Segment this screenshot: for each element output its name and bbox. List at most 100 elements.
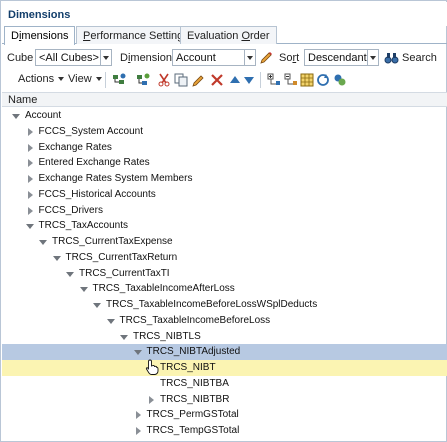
- tree-node-label: FCCS_Historical Accounts: [38, 188, 156, 200]
- collapsed-arrow-icon[interactable]: [26, 127, 34, 136]
- chevron-down-icon: [367, 50, 378, 65]
- name-column-header[interactable]: Name: [2, 92, 447, 107]
- sort-button[interactable]: Sort: [279, 52, 299, 64]
- tree-node-label: FCCS_Drivers: [38, 204, 103, 216]
- add-sibling-icon[interactable]: [112, 73, 126, 87]
- tree-node[interactable]: Entered Exchange Rates: [2, 155, 447, 171]
- tree-node-label: Account: [25, 110, 62, 121]
- close-icon[interactable]: [210, 73, 224, 87]
- tab-evaluation-order[interactable]: Evaluation Order: [180, 26, 277, 44]
- tree-node[interactable]: FCCS_Historical Accounts: [2, 187, 447, 203]
- name-column-label: Name: [8, 94, 38, 106]
- tree-node[interactable]: TRCS_TaxAccounts: [2, 218, 447, 234]
- expanded-arrow-icon[interactable]: [25, 222, 34, 230]
- collapsed-arrow-icon[interactable]: [26, 206, 34, 215]
- tree-node-label: Entered Exchange Rates: [38, 157, 150, 169]
- chevron-down-icon: [95, 77, 102, 82]
- tree-node[interactable]: TRCS_NIBTAdjusted: [2, 344, 447, 361]
- tab-strip: Dimensions Performance Settings Evaluati…: [2, 25, 447, 45]
- tree-node-label: TRCS_CurrentTaxReturn: [65, 251, 178, 263]
- panel-header: Dimensions: [2, 2, 447, 26]
- tree-node[interactable]: TRCS_PermGSTotal: [2, 407, 447, 423]
- tree-node[interactable]: TRCS_TaxableIncomeAfterLoss: [2, 281, 447, 297]
- actions-menu-label: Actions: [18, 73, 55, 85]
- collapsed-arrow-icon[interactable]: [26, 143, 34, 152]
- dimension-select-value: Account: [176, 52, 216, 64]
- tab-label-part: erformance Settings: [90, 30, 189, 42]
- chevron-down-icon: [100, 50, 111, 65]
- hand-cursor-icon: [145, 359, 159, 375]
- cube-select[interactable]: <All Cubes>: [35, 49, 112, 66]
- toolbar-divider: [105, 72, 106, 88]
- expanded-arrow-icon[interactable]: [133, 348, 142, 356]
- move-down-icon[interactable]: [242, 73, 256, 87]
- collapse-tree-icon[interactable]: [284, 73, 298, 87]
- expanded-arrow-icon[interactable]: [66, 270, 74, 278]
- tree-node[interactable]: FCCS_Drivers: [2, 203, 447, 219]
- pencil-icon[interactable]: [192, 73, 206, 87]
- tree-node-label: TRCS_TempGSTotal: [146, 425, 240, 436]
- tree-node[interactable]: Account: [2, 108, 447, 124]
- collapsed-arrow-icon[interactable]: [26, 175, 34, 183]
- tree-node-label: Exchange Rates System Members: [38, 173, 193, 184]
- actions-menu[interactable]: Actions: [18, 73, 65, 85]
- tree-node[interactable]: TRCS_NIBTBA: [2, 376, 447, 392]
- view-menu[interactable]: View: [68, 73, 102, 85]
- sort-label-part: t: [296, 52, 300, 64]
- expanded-arrow-icon[interactable]: [79, 285, 88, 293]
- dimensions-panel: Dimensions Dimensions Performance Settin…: [0, 0, 447, 442]
- tree-node[interactable]: TRCS_CurrentTaxExpense: [2, 234, 447, 250]
- add-child-icon[interactable]: [136, 73, 150, 87]
- copy-icon[interactable]: [174, 73, 188, 87]
- tree-node[interactable]: TRCS_TaxableIncomeBeforeLoss: [2, 313, 447, 329]
- sort-label-part: So: [279, 52, 293, 64]
- view-menu-label: View: [68, 73, 92, 85]
- tree-node-label: TRCS_TaxAccounts: [38, 220, 128, 232]
- tree-node[interactable]: TRCS_TempGSTotal: [2, 423, 447, 439]
- tree-node[interactable]: FCCS_System Account: [2, 124, 447, 140]
- collapsed-arrow-icon[interactable]: [147, 395, 155, 404]
- collapsed-arrow-icon[interactable]: [26, 159, 34, 168]
- chevron-down-icon: [58, 77, 65, 82]
- tab-performance-settings[interactable]: Performance Settings: [76, 26, 196, 44]
- search-button[interactable]: Search: [402, 52, 437, 64]
- toolbar: Actions View: [2, 69, 447, 91]
- tree-node[interactable]: TRCS_CurrentTaxTI: [2, 266, 447, 282]
- toolbar-divider: [260, 72, 261, 88]
- cut-icon[interactable]: [157, 73, 171, 87]
- tree-node-label: TRCS_PermGSTotal: [146, 409, 239, 421]
- tree-node[interactable]: TRCS_NIBTBR: [2, 392, 447, 408]
- tree-node[interactable]: TRCS_TaxableIncomeBeforeLossWSplDeducts: [2, 297, 447, 313]
- move-up-icon[interactable]: [228, 73, 242, 87]
- expanded-arrow-icon[interactable]: [12, 112, 20, 120]
- tab-dimensions[interactable]: Dimensions: [4, 26, 76, 45]
- dimension-label-part: D: [120, 52, 128, 64]
- tab-label-part: mensions: [21, 30, 69, 42]
- pencil-icon[interactable]: [259, 50, 273, 64]
- collapsed-arrow-icon[interactable]: [134, 411, 142, 420]
- tree-node-label: TRCS_TaxableIncomeBeforeLossWSplDeducts: [106, 299, 318, 310]
- tree-node[interactable]: TRCS_NIBT: [2, 359, 447, 376]
- expanded-arrow-icon[interactable]: [106, 317, 115, 325]
- expanded-arrow-icon[interactable]: [120, 333, 128, 341]
- dimension-select[interactable]: Account: [172, 49, 256, 66]
- collapsed-arrow-icon[interactable]: [134, 427, 142, 435]
- tree-node[interactable]: TRCS_NIBTLS: [2, 329, 447, 345]
- member-properties-icon[interactable]: [333, 73, 347, 87]
- sort-select[interactable]: Descendants: [304, 49, 379, 66]
- expanded-arrow-icon[interactable]: [52, 254, 61, 262]
- expand-all-icon[interactable]: [267, 73, 281, 87]
- expanded-arrow-icon[interactable]: [39, 238, 47, 246]
- expanded-arrow-icon[interactable]: [93, 301, 101, 309]
- tree-node[interactable]: TRCS_CurrentTaxReturn: [2, 250, 447, 266]
- tree-node-label: TRCS_CurrentTaxExpense: [52, 236, 173, 247]
- tree-node[interactable]: Exchange Rates: [2, 140, 447, 156]
- collapsed-arrow-icon[interactable]: [26, 190, 34, 199]
- cube-label: Cube: [7, 52, 34, 64]
- tree-node-label: TRCS_TaxableIncomeBeforeLoss: [119, 314, 271, 326]
- dimension-label: Dimension: [120, 52, 172, 64]
- binoculars-icon[interactable]: [384, 50, 399, 64]
- refresh-icon[interactable]: [316, 73, 330, 87]
- tree-node[interactable]: Exchange Rates System Members: [2, 171, 447, 187]
- grid-icon[interactable]: [300, 73, 314, 87]
